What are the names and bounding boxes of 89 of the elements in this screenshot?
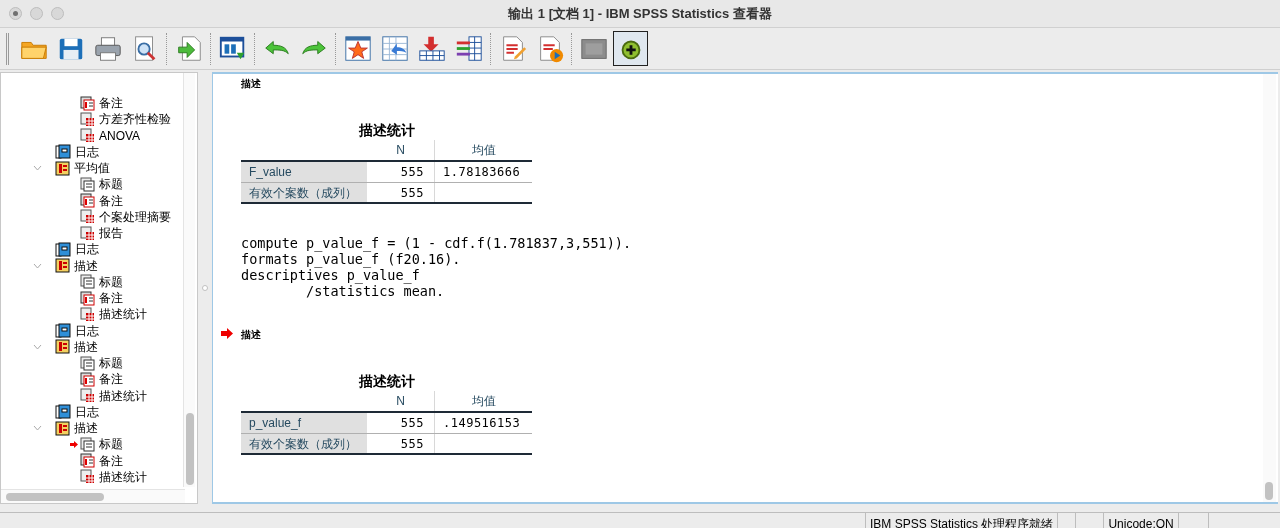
outline-item[interactable]: 描述统计	[99, 307, 147, 322]
log-book-icon	[55, 323, 71, 339]
scroll-thumb[interactable]	[186, 413, 194, 485]
column-header: 均值	[470, 142, 497, 159]
toolbar-button[interactable]	[613, 31, 648, 66]
note-page-icon	[80, 290, 95, 306]
title-page-icon	[80, 355, 95, 371]
table-page-icon	[80, 128, 95, 144]
column-header: N	[367, 391, 435, 411]
outline-item[interactable]: 个案处理摘要	[99, 209, 171, 224]
syntax-line: descriptives p_value_f	[241, 267, 420, 283]
book-icon	[55, 160, 70, 176]
outline-item[interactable]: 方差齐性检验	[99, 112, 171, 127]
row-header: 有效个案数（成列）	[241, 434, 367, 453]
note-page-icon	[80, 371, 95, 387]
scroll-thumb[interactable]	[1265, 482, 1273, 500]
syntax-line: /statistics mean.	[305, 283, 445, 299]
outline-item[interactable]: ANOVA	[99, 128, 141, 143]
output-heading: 描述	[241, 76, 261, 91]
outline-item[interactable]: 描述统计	[99, 469, 147, 484]
book-icon	[55, 258, 70, 274]
vertical-scrollbar[interactable]	[1263, 74, 1276, 502]
table-title: 描述统计	[358, 371, 415, 391]
title-page-icon	[80, 176, 95, 192]
book-icon	[55, 420, 70, 436]
status-text: Unicode:ON	[1104, 513, 1179, 528]
note-page-icon	[80, 193, 95, 209]
row-header: p_value_f	[241, 413, 367, 433]
table-page-icon	[80, 469, 95, 485]
column-header: 均值	[470, 393, 497, 410]
outline-item[interactable]: 备注	[99, 193, 123, 208]
title-page-icon	[80, 274, 95, 290]
table-page-icon	[80, 111, 95, 127]
close-button[interactable]	[9, 7, 22, 20]
note-page-icon	[80, 95, 95, 111]
outline-item[interactable]: 报告	[99, 226, 123, 241]
outline-item[interactable]: 日志	[75, 404, 99, 419]
outline-item[interactable]: 标题	[99, 177, 123, 192]
table-arrow-icon	[379, 33, 410, 64]
outline-item[interactable]: 备注	[99, 372, 123, 387]
table-cell-text: .149516153	[442, 415, 522, 432]
column-header: N	[367, 140, 435, 160]
outline-item[interactable]: 日志	[75, 242, 99, 257]
horizontal-scrollbar[interactable]	[1, 489, 185, 503]
syntax-line: formats p_value_f (f20.16).	[241, 251, 461, 267]
table-cell: 555	[367, 434, 435, 453]
table-cell: 555	[367, 183, 435, 202]
table-page-icon	[80, 388, 95, 404]
chevron-down-icon[interactable]	[33, 425, 42, 431]
window-title: 输出 1 [文档 1] - IBM SPSS Statistics 查看器	[508, 4, 772, 23]
log-book-icon	[55, 144, 71, 160]
zoom-button[interactable]	[51, 7, 64, 20]
outline-item[interactable]: 描述	[74, 258, 98, 273]
outline-item[interactable]: 描述统计	[99, 388, 147, 403]
outline-item[interactable]: 日志	[75, 144, 99, 159]
splitter-handle[interactable]	[202, 285, 208, 291]
table-page-icon	[80, 225, 95, 241]
scroll-thumb[interactable]	[6, 493, 104, 501]
outline-item[interactable]: 日志	[75, 323, 99, 338]
outline-item[interactable]: 备注	[99, 96, 123, 111]
chevron-down-icon[interactable]	[33, 343, 42, 350]
table-cell: 555	[367, 413, 435, 433]
log-book-icon	[55, 241, 71, 257]
title-page-icon	[80, 436, 95, 452]
outline-item[interactable]: 标题	[99, 356, 123, 371]
log-book-icon	[55, 404, 71, 420]
outline-item[interactable]: 标题	[99, 437, 123, 452]
outline-item[interactable]: 描述	[74, 421, 98, 436]
syntax-line: compute p_value_f = (1 - cdf.f(1.781837,3,551)).	[241, 235, 632, 251]
row-header: F_value	[241, 162, 367, 182]
table-page-icon	[80, 209, 95, 225]
chevron-down-icon[interactable]	[33, 262, 42, 269]
outline-item[interactable]: 标题	[99, 274, 123, 289]
table-title: 描述统计	[358, 120, 415, 140]
table-cell-text: 1.78183666	[442, 164, 522, 181]
outline-item[interactable]: 描述	[74, 339, 98, 354]
table-cell: 555	[367, 162, 435, 182]
book-icon	[55, 339, 70, 355]
output-heading: 描述	[241, 327, 261, 342]
outline-item[interactable]: 平均值	[74, 161, 110, 176]
row-header: 有效个案数（成列）	[241, 183, 367, 202]
vertical-scrollbar[interactable]	[183, 73, 195, 487]
chevron-down-icon[interactable]	[33, 165, 42, 171]
table-page-icon	[80, 306, 95, 322]
star-table-icon	[342, 33, 373, 64]
note-page-icon	[80, 453, 95, 469]
outline-item[interactable]: 备注	[99, 453, 123, 468]
outline-item[interactable]: 备注	[99, 291, 123, 306]
minimize-button[interactable]	[30, 7, 43, 20]
